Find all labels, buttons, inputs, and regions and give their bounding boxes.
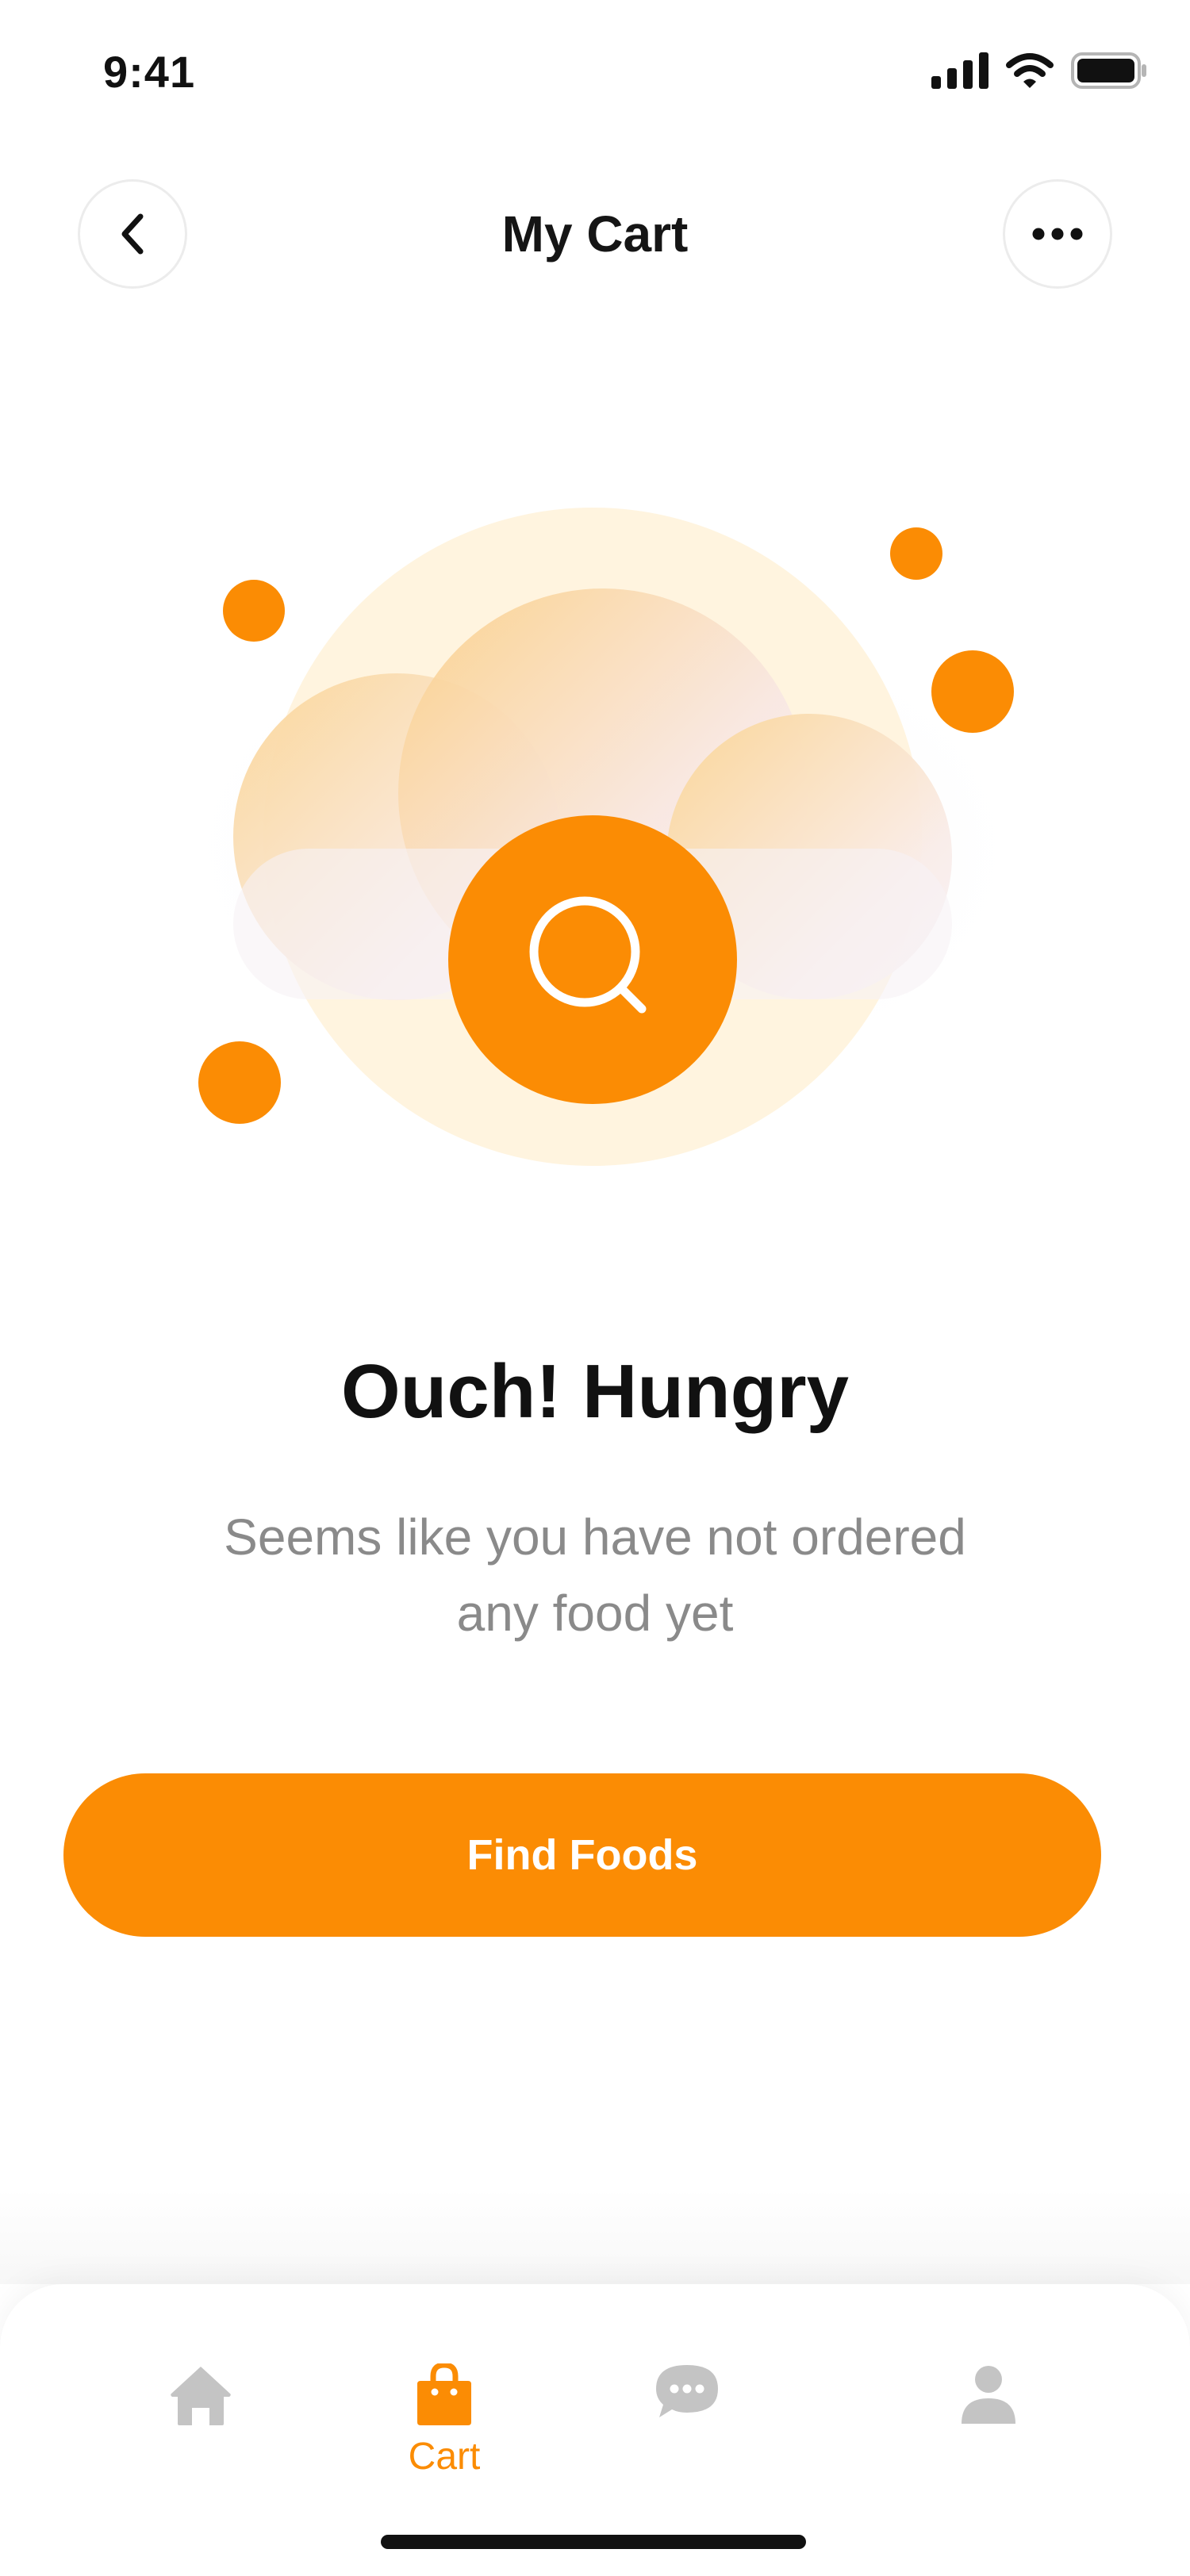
nav-item-cart[interactable]: Cart (357, 2363, 532, 2522)
more-options-button[interactable] (1003, 179, 1112, 289)
status-bar: 9:41 (0, 0, 1190, 151)
nav-item-chat[interactable] (600, 2363, 774, 2522)
find-foods-button[interactable]: Find Foods (63, 1773, 1101, 1937)
status-time: 9:41 (103, 47, 196, 97)
cellular-signal-icon (931, 52, 988, 89)
empty-state-subtitle-line1: Seems like you have not ordered (224, 1508, 966, 1566)
home-icon (171, 2367, 231, 2425)
empty-state-subtitle-line2: any food yet (456, 1585, 734, 1642)
more-horizontal-icon (1032, 228, 1083, 240)
shopping-bag-icon (417, 2363, 471, 2425)
bottom-fade (0, 2189, 1190, 2284)
wifi-icon (1006, 53, 1054, 88)
empty-cart-illustration (0, 476, 1190, 1190)
nav-item-home[interactable] (113, 2363, 288, 2522)
nav-item-profile[interactable] (901, 2363, 1076, 2522)
bottom-navigation: Cart (0, 2284, 1190, 2576)
empty-state-subtitle: Seems like you have not ordered any food… (159, 1499, 1031, 1651)
battery-icon (1071, 52, 1146, 89)
chat-icon (656, 2365, 718, 2417)
home-indicator[interactable] (381, 2535, 806, 2549)
search-icon (529, 896, 647, 1014)
app-header: My Cart (0, 174, 1190, 293)
status-icons (931, 52, 1147, 89)
empty-state-title: Ouch! Hungry (341, 1349, 849, 1434)
nav-label-cart: Cart (408, 2436, 481, 2478)
profile-icon (962, 2366, 1015, 2424)
